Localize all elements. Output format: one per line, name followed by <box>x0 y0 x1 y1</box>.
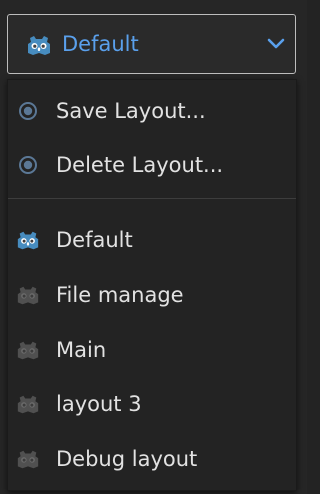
layout-dropdown-menu: Save Layout... Delete Layout... Default <box>7 79 297 491</box>
godot-logo-icon <box>17 286 39 305</box>
radio-dot-icon <box>19 156 37 174</box>
menu-divider <box>8 198 296 199</box>
layout-selector-button[interactable]: Default <box>7 14 296 74</box>
radio-dot-icon <box>19 102 37 120</box>
godot-logo-icon <box>17 341 39 360</box>
selected-layout-label: Default <box>62 32 139 56</box>
layout-item-file-manage[interactable]: File manage <box>8 272 296 318</box>
layout-item-default[interactable]: Default <box>8 217 296 263</box>
godot-logo-icon <box>17 395 39 414</box>
layout-item-label: Default <box>56 228 133 252</box>
chevron-down-icon <box>267 38 285 49</box>
layout-item-label: Main <box>56 338 107 362</box>
delete-layout-item[interactable]: Delete Layout... <box>8 142 296 188</box>
layout-item-label: Debug layout <box>56 447 198 471</box>
layout-item-debug-layout[interactable]: Debug layout <box>8 436 296 482</box>
layout-picker: Default Save Layout... Delete Layout... <box>0 0 307 494</box>
layout-item-label: layout 3 <box>56 392 142 416</box>
layout-item-layout-3[interactable]: layout 3 <box>8 381 296 427</box>
layout-item-main[interactable]: Main <box>8 327 296 373</box>
godot-logo-icon <box>17 231 39 250</box>
delete-layout-label: Delete Layout... <box>56 153 224 177</box>
layout-item-label: File manage <box>56 283 184 307</box>
save-layout-label: Save Layout... <box>56 99 206 123</box>
godot-logo-icon <box>28 36 50 55</box>
godot-logo-icon <box>17 450 39 469</box>
save-layout-item[interactable]: Save Layout... <box>8 88 296 134</box>
